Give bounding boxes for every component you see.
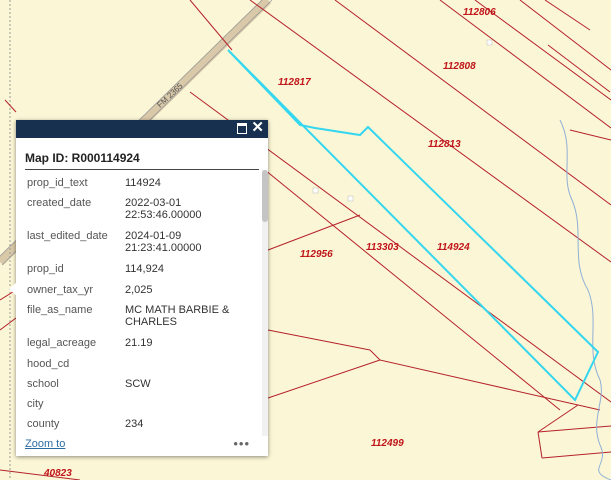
attribute-value: 114,924 [125,263,164,275]
attribute-key: city [27,398,44,410]
feature-popup: ✕ Map ID: R000114924 prop_id_text 114924 c… [16,120,268,456]
attribute-key: county [27,418,60,430]
creek-line [559,119,611,480]
popup-title: Map ID: R000114924 [25,151,140,165]
parcel-label-114924: 114924 [437,242,470,253]
attribute-value: 114924 [125,177,161,189]
attribute-value: 21.19 [125,337,153,349]
popup-scrollbar[interactable] [262,170,268,436]
zoom-to-link[interactable]: Zoom to [25,438,65,450]
attribute-key: file_as_name [27,304,93,316]
more-options-button[interactable]: ••• [233,436,250,451]
structure-marker [312,187,319,194]
attribute-key: last_edited_date [27,230,108,242]
parcel-label-112813: 112813 [428,139,461,150]
attribute-value: SCW [125,378,151,390]
attribute-key: prop_id_text [27,177,88,189]
attribute-value: 234 [125,418,144,430]
parcel-label-112499: 112499 [371,438,404,449]
maximize-icon[interactable] [237,123,247,134]
parcel-label-112808: 112808 [443,61,476,72]
parcel-label-112806: 112806 [463,7,496,18]
attribute-key: prop_id [27,263,64,275]
parcel-label-112956: 112956 [300,249,333,260]
road-label: FM 2365 [155,81,185,109]
close-icon[interactable]: ✕ [251,120,264,135]
attribute-key: hood_cd [27,358,70,370]
attribute-key: legal_acreage [27,337,97,349]
popup-pointer [9,282,17,296]
attribute-key: created_date [27,197,92,209]
parcel-label-112817: 112817 [278,77,311,88]
structure-marker [347,195,354,202]
attribute-table[interactable]: prop_id_text 114924 created_date 2022-03-01… [16,172,268,436]
attribute-value: 2024-01-09 21:23:41.00000 [125,230,202,254]
popup-header: ✕ [16,120,268,138]
attribute-value: 2022-03-01 22:53:46.00000 [125,197,202,221]
attribute-key: school [27,378,59,390]
scrollbar-thumb[interactable] [262,170,268,222]
parcel-label-113303: 113303 [366,242,399,253]
attribute-value: MC MATH BARBIE & CHARLES [125,304,230,328]
attribute-value: 2,025 [125,284,153,296]
title-divider [25,169,259,170]
selected-parcel-outline[interactable] [227,49,600,402]
structure-marker [486,39,493,46]
attribute-key: owner_tax_yr [27,284,94,296]
parcel-label-40823: 40823 [43,468,72,479]
